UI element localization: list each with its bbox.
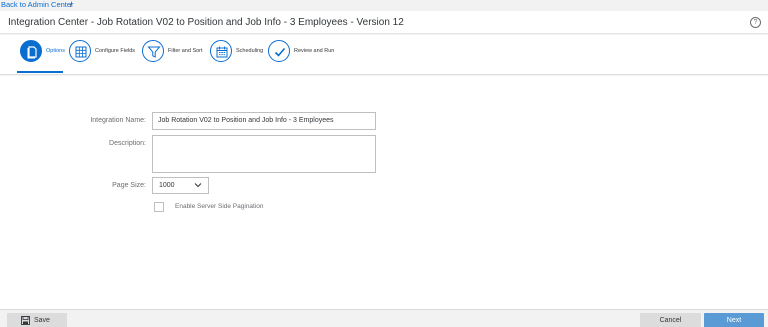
step-label-review-and-run: Review and Run [294,48,335,54]
cancel-button[interactable]: Cancel [640,313,701,327]
breadcrumb-separator: / [70,0,73,9]
page-size-value: 1000 [159,182,175,189]
server-side-pagination-checkbox[interactable] [154,202,164,212]
chevron-down-icon [194,183,202,188]
save-button[interactable]: Save [7,313,67,327]
breadcrumb: Back to Admin Center / [0,0,768,11]
page-size-select[interactable]: 1000 [152,177,209,194]
save-icon [21,316,30,325]
checkmark-icon [268,40,290,62]
step-label-filter-and-sort: Filter and Sort [168,48,203,54]
page-size-label: Page Size: [112,182,146,189]
grid-icon [69,40,91,62]
filter-icon [142,40,164,62]
server-side-pagination-label: Enable Server Side Pagination [175,203,264,210]
description-label: Description: [109,140,146,147]
calendar-icon [210,40,232,62]
footer-toolbar: Save Cancel Next [0,309,768,327]
integration-name-input[interactable]: Job Rotation V02 to Position and Job Inf… [152,112,376,130]
help-icon[interactable]: ? [750,17,761,28]
active-step-indicator [17,71,63,73]
page-title: Integration Center - Job Rotation V02 to… [8,17,404,28]
document-icon [20,40,42,62]
back-to-admin-center-link[interactable]: Back to Admin Center [1,0,74,9]
wizard-steps: Options Configure Fields Filter and Sort… [0,35,768,75]
step-label-options: Options [46,48,65,54]
page-header: Integration Center - Job Rotation V02 to… [0,11,768,34]
step-label-configure-fields: Configure Fields [95,48,136,54]
save-label: Save [34,317,50,324]
integration-name-label: Integration Name: [90,117,146,124]
options-form: Integration Name: Job Rotation V02 to Po… [0,76,768,309]
description-textarea[interactable] [152,135,376,173]
next-button[interactable]: Next [704,313,764,327]
step-label-scheduling: Scheduling [236,48,264,54]
